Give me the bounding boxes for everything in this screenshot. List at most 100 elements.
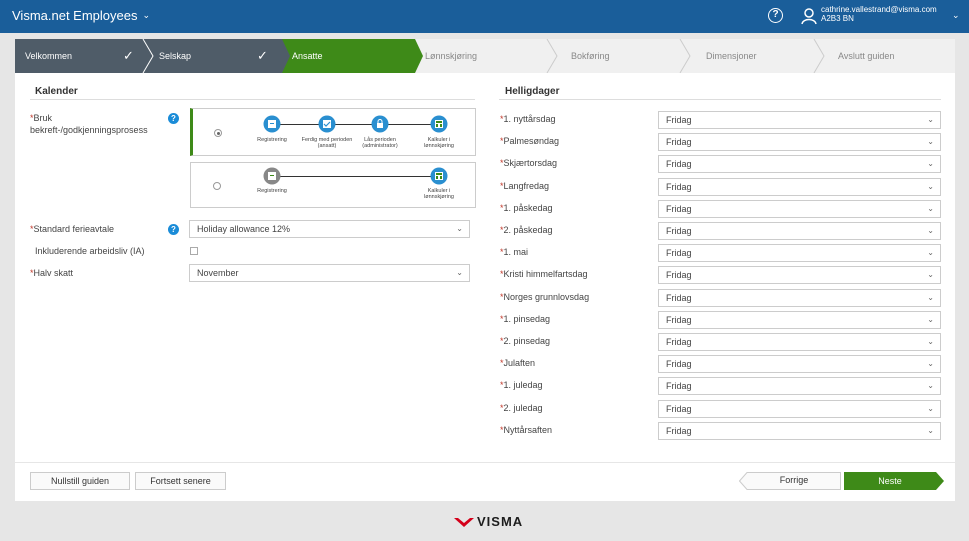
ia-checkbox[interactable]: [190, 247, 198, 255]
label-text: 2. pinsedag: [503, 336, 551, 346]
holiday-label: *1. pinsedag: [500, 314, 550, 324]
divider: [499, 99, 941, 100]
chevron-down-icon: ⌄: [927, 226, 934, 235]
holiday-select[interactable]: Fridag ⌄: [658, 244, 941, 262]
radio-button[interactable]: [214, 129, 222, 137]
label-text: 1. pinsedag: [503, 314, 551, 324]
label-text: Nyttårsaften: [503, 425, 553, 435]
select-value: Fridag: [666, 337, 692, 347]
chevron-down-icon: ⌄: [456, 268, 463, 277]
label-text: Palmesøndag: [503, 136, 560, 146]
registration-icon: [263, 167, 281, 185]
step-lonnskjoring[interactable]: Lønnskjøring: [415, 39, 551, 73]
step-label: Dimensjoner: [706, 51, 757, 61]
step-separator: [407, 39, 423, 73]
holiday-select[interactable]: Fridag ⌄: [658, 333, 941, 351]
holiday-select[interactable]: Fridag ⌄: [658, 422, 941, 440]
label-text: Julaften: [503, 358, 536, 368]
calendar-title: Kalender: [35, 86, 78, 97]
divider: [30, 99, 475, 100]
help-icon[interactable]: ?: [768, 8, 783, 23]
chevron-down-icon: ⌄: [927, 159, 934, 168]
step-velkommen[interactable]: Velkommen ✓: [15, 39, 149, 73]
radio-button[interactable]: [213, 182, 221, 190]
holiday-select[interactable]: Fridag ⌄: [658, 400, 941, 418]
chevron-down-icon: ⌄: [927, 248, 934, 257]
holiday-label: *Kristi himmelfartsdag: [500, 269, 588, 279]
chevron-down-icon[interactable]: ⌄: [952, 10, 960, 21]
step-bokforing[interactable]: Bokføring: [551, 39, 684, 73]
user-info[interactable]: cathrine.vallestrand@visma.com A2B3 BN: [821, 5, 937, 23]
step-avslutt[interactable]: Avslutt guiden: [818, 39, 955, 73]
holiday-label: *Palmesøndag: [500, 136, 559, 146]
check-icon: ✓: [257, 48, 268, 63]
info-icon[interactable]: ?: [168, 113, 179, 124]
holiday-label: *Norges grunnlovsdag: [500, 292, 589, 302]
holiday-label: *1. mai: [500, 247, 528, 257]
holiday-select[interactable]: Fridag ⌄: [658, 222, 941, 240]
chevron-down-icon: ⌄: [927, 404, 934, 413]
select-value: Fridag: [666, 270, 692, 280]
holiday-label: *Julaften: [500, 358, 535, 368]
holiday-select[interactable]: Fridag ⌄: [658, 111, 941, 129]
user-icon[interactable]: [800, 7, 818, 25]
standard-holiday-label: *Standard ferieavtale: [30, 223, 114, 235]
standard-holiday-select[interactable]: Holiday allowance 12% ⌄: [189, 220, 470, 238]
half-tax-select[interactable]: November ⌄: [189, 264, 470, 282]
previous-button[interactable]: Forrige: [747, 472, 841, 490]
approval-process-label: *Bruk bekreft-/godkjenningsprosess: [30, 112, 148, 136]
step-label: Selskap: [159, 51, 192, 61]
reset-guide-button[interactable]: Nullstill guiden: [30, 472, 130, 490]
holiday-label: *2. pinsedag: [500, 336, 550, 346]
holiday-select[interactable]: Fridag ⌄: [658, 200, 941, 218]
half-tax-label: *Halv skatt: [30, 267, 73, 279]
select-value: Holiday allowance 12%: [197, 224, 291, 234]
top-bar: Visma.net Employees ⌄ ? cathrine.vallest…: [0, 0, 969, 33]
select-value: Fridag: [666, 115, 692, 125]
step-selskap[interactable]: Selskap ✓: [149, 39, 282, 73]
next-button[interactable]: Neste: [844, 472, 936, 490]
app-switcher[interactable]: Visma.net Employees ⌄: [12, 8, 150, 23]
select-value: Fridag: [666, 293, 692, 303]
label-text: Standard ferieavtale: [33, 224, 115, 234]
holiday-select[interactable]: Fridag ⌄: [658, 178, 941, 196]
step-label: Velkommen: [25, 51, 73, 61]
holiday-select[interactable]: Fridag ⌄: [658, 377, 941, 395]
user-email: cathrine.vallestrand@visma.com: [821, 5, 937, 14]
step-dimensjoner[interactable]: Dimensjoner: [684, 39, 818, 73]
holiday-select[interactable]: Fridag ⌄: [658, 155, 941, 173]
continue-later-button[interactable]: Fortsett senere: [135, 472, 226, 490]
holiday-label: *1. nyttårsdag: [500, 114, 556, 124]
select-value: Fridag: [666, 359, 692, 369]
step-separator: [679, 39, 691, 73]
select-value: Fridag: [666, 381, 692, 391]
user-company: A2B3 BN: [821, 14, 854, 23]
holiday-select[interactable]: Fridag ⌄: [658, 133, 941, 151]
select-value: Fridag: [666, 182, 692, 192]
ia-label: Inkluderende arbeidsliv (IA): [35, 246, 145, 256]
flow-step-label: Kalkuler i lønnskjøring: [424, 188, 454, 200]
approve-icon: [318, 115, 336, 133]
holiday-select[interactable]: Fridag ⌄: [658, 289, 941, 307]
select-value: Fridag: [666, 226, 692, 236]
approval-option-full[interactable]: Registrering Ferdig med perioden (ansatt…: [190, 108, 476, 156]
holiday-label: *Nyttårsaften: [500, 425, 552, 435]
chevron-down-icon: ⌄: [927, 337, 934, 346]
holiday-label: *2. påskedag: [500, 225, 553, 235]
holiday-select[interactable]: Fridag ⌄: [658, 266, 941, 284]
holiday-select[interactable]: Fridag ⌄: [658, 311, 941, 329]
select-value: Fridag: [666, 159, 692, 169]
holiday-select[interactable]: Fridag ⌄: [658, 355, 941, 373]
step-ansatte[interactable]: Ansatte: [282, 39, 415, 73]
chevron-down-icon: ⌄: [927, 182, 934, 191]
wizard-panel: Velkommen ✓ Selskap ✓ Ansatte Lønnskjøri…: [15, 39, 955, 501]
lock-icon: [371, 115, 389, 133]
step-separator: [546, 39, 558, 73]
visma-logo-text: VISMA: [477, 514, 524, 529]
label-text: Langfredag: [503, 181, 550, 191]
label-text: Kristi himmelfartsdag: [503, 269, 588, 279]
calculator-icon: [430, 115, 448, 133]
label-text: 1. juledag: [503, 380, 543, 390]
info-icon[interactable]: ?: [168, 224, 179, 235]
approval-option-simple[interactable]: Registrering Kalkuler i lønnskjøring: [190, 162, 476, 208]
